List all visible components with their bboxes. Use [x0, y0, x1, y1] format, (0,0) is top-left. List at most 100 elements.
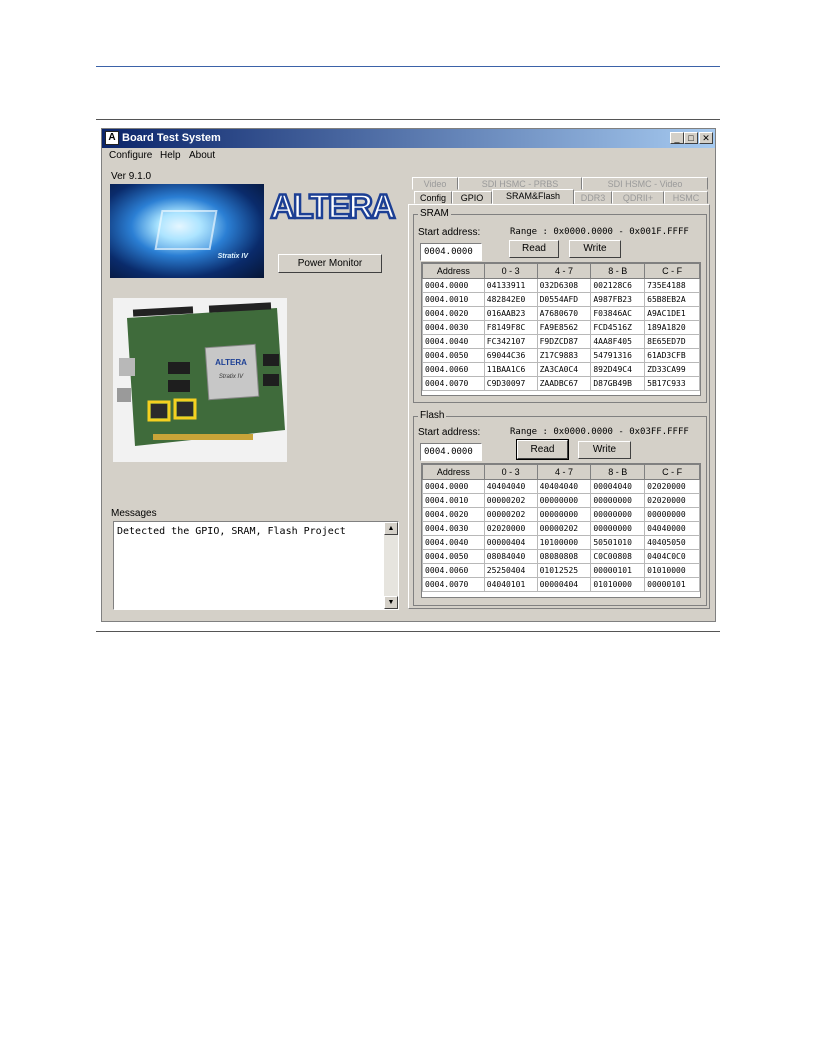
flash-col-address[interactable]: Address — [422, 464, 485, 480]
table-row[interactable]: 0004.0070 04040101 00000404 01010000 0000010… — [422, 577, 700, 592]
table-cell: 0004.0050 — [422, 549, 485, 564]
table-cell: 00000101 — [590, 563, 646, 578]
power-monitor-button[interactable]: Power Monitor — [278, 254, 382, 273]
table-cell: 00000404 — [536, 577, 592, 592]
sram-col-c-f[interactable]: C - F — [644, 263, 700, 279]
tab-gpio[interactable]: GPIO — [452, 191, 492, 204]
flash-start-address-input[interactable]: 0004.0000 — [420, 443, 482, 461]
header-rule — [96, 66, 720, 67]
table-cell: 5B17C933 — [644, 376, 700, 391]
sram-col-address[interactable]: Address — [422, 263, 485, 279]
table-cell: 892D49C4 — [590, 362, 646, 377]
table-cell: 735E4188 — [644, 278, 700, 293]
table-cell: 0004.0040 — [422, 535, 485, 550]
sram-col-4-7[interactable]: 4 - 7 — [536, 263, 592, 279]
tab-sram-flash[interactable]: SRAM&Flash — [492, 189, 574, 204]
table-cell: F8149F8C — [483, 320, 538, 335]
sram-col-8-b[interactable]: 8 - B — [590, 263, 646, 279]
table-cell: 04040101 — [483, 577, 538, 592]
flash-read-button[interactable]: Read — [516, 439, 569, 460]
tab-sdi-hsmc-video[interactable]: SDI HSMC - Video — [582, 177, 708, 190]
table-cell: 002128C6 — [590, 278, 646, 293]
sram-read-button[interactable]: Read — [509, 240, 559, 258]
tab-config[interactable]: Config — [414, 191, 452, 204]
flash-col-8-b[interactable]: 8 - B — [590, 464, 646, 480]
table-cell: 016AAB23 — [483, 306, 538, 321]
table-cell: ZD33CA99 — [644, 362, 700, 377]
table-row[interactable]: 0004.0030 F8149F8C FA9E8562 FCD4516Z 189A182… — [422, 320, 700, 335]
tab-qdrii[interactable]: QDRII+ — [612, 191, 664, 204]
tab-ddr3[interactable]: DDR3 — [574, 191, 612, 204]
scroll-up-icon[interactable]: ▲ — [384, 522, 398, 535]
table-cell: D0554AFD — [536, 292, 592, 307]
table-row[interactable]: 0004.0060 25250404 01012525 00000101 0101000… — [422, 563, 700, 578]
table-row[interactable]: 0004.0010 482842E0 D0554AFD A987FB23 65B8EB2… — [422, 292, 700, 307]
close-button[interactable]: ✕ — [699, 132, 713, 144]
table-cell: 00000000 — [590, 521, 646, 536]
table-row[interactable]: 0004.0020 00000202 00000000 00000000 0000000… — [422, 507, 700, 522]
table-row[interactable]: 0004.0030 02020000 00000202 00000000 0404000… — [422, 521, 700, 536]
maximize-button[interactable]: □ — [684, 132, 698, 144]
figure-top-rule — [96, 119, 720, 120]
table-cell: 04040000 — [644, 521, 700, 536]
table-cell: 0404C0C0 — [644, 549, 700, 564]
table-cell: FA9E8562 — [536, 320, 592, 335]
flash-write-button[interactable]: Write — [578, 441, 631, 459]
flash-col-c-f[interactable]: C - F — [644, 464, 700, 480]
sram-group-label: SRAM — [418, 208, 451, 219]
table-row[interactable]: 0004.0060 11BAA1C6 ZA3CA0C4 892D49C4 ZD33CA9… — [422, 362, 700, 377]
table-row[interactable]: 0004.0040 00000404 10100000 50501010 4040505… — [422, 535, 700, 550]
table-cell: 10100000 — [536, 535, 592, 550]
table-cell: A987FB23 — [590, 292, 646, 307]
flash-group: Flash Start address: Range : 0x0000.0000… — [413, 410, 707, 606]
table-cell: 02020000 — [644, 479, 700, 494]
table-cell: 482842E0 — [483, 292, 538, 307]
table-row[interactable]: 0004.0050 69044C36 Z17C9883 54791316 61AD3CF… — [422, 348, 700, 363]
scroll-down-icon[interactable]: ▼ — [384, 596, 398, 609]
table-cell: A9AC1DE1 — [644, 306, 700, 321]
tab-video[interactable]: Video — [412, 177, 458, 190]
table-cell: 65B8EB2A — [644, 292, 700, 307]
minimize-button[interactable]: _ — [670, 132, 684, 144]
table-cell: 0004.0020 — [422, 507, 485, 522]
table-row[interactable]: 0004.0070 C9D30097 ZAADBC67 D87GB49B 5B17C93… — [422, 376, 700, 391]
table-cell: 25250404 — [483, 563, 538, 578]
table-cell: 4AA8F405 — [590, 334, 646, 349]
table-cell: 00000101 — [644, 577, 700, 592]
table-cell: 0004.0010 — [422, 292, 485, 307]
table-cell: 00000000 — [590, 507, 646, 522]
menu-about[interactable]: About — [189, 150, 215, 161]
flash-start-label: Start address: — [418, 427, 481, 438]
table-cell: D87GB49B — [590, 376, 646, 391]
sram-col-0-3[interactable]: 0 - 3 — [483, 263, 538, 279]
sram-start-label: Start address: — [418, 227, 481, 238]
table-row[interactable]: 0004.0000 40404040 40404040 00004040 0202000… — [422, 479, 700, 494]
table-cell: 00000404 — [483, 535, 538, 550]
table-row[interactable]: 0004.0020 016AAB23 A7680670 F03846AC A9AC1DE… — [422, 306, 700, 321]
menu-help[interactable]: Help — [160, 150, 181, 161]
table-cell: 40405050 — [644, 535, 700, 550]
table-row[interactable]: 0004.0040 FC342107 F9DZCD87 4AA8F405 8E65ED7… — [422, 334, 700, 349]
title-bar[interactable]: A Board Test System _ □ ✕ — [102, 129, 715, 148]
altera-logo: ALTERA — [269, 189, 398, 223]
tab-hsmc[interactable]: HSMC — [664, 191, 708, 204]
table-row[interactable]: 0004.0010 00000202 00000000 00000000 0202000… — [422, 493, 700, 508]
table-row[interactable]: 0004.0050 08084040 08080808 C0C00808 0404C0C… — [422, 549, 700, 564]
table-cell: C9D30097 — [483, 376, 538, 391]
chip-image-label: Stratix IV — [217, 253, 248, 260]
table-row[interactable]: 0004.0000 04133911 032D6308 002128C6 735E418… — [422, 278, 700, 293]
messages-box[interactable]: Detected the GPIO, SRAM, Flash Project ▲… — [113, 521, 399, 610]
flash-col-0-3[interactable]: 0 - 3 — [483, 464, 538, 480]
messages-text: Detected the GPIO, SRAM, Flash Project — [117, 526, 346, 537]
sram-start-address-input[interactable]: 0004.0000 — [420, 243, 482, 261]
flash-col-4-7[interactable]: 4 - 7 — [536, 464, 592, 480]
app-icon: A — [105, 131, 119, 145]
messages-scrollbar[interactable]: ▲ ▼ — [384, 522, 398, 609]
window-title: Board Test System — [122, 132, 221, 144]
table-cell: 08084040 — [483, 549, 538, 564]
table-cell: 0004.0040 — [422, 334, 485, 349]
table-cell: 8E65ED7D — [644, 334, 700, 349]
table-cell: 69044C36 — [483, 348, 538, 363]
sram-write-button[interactable]: Write — [569, 240, 621, 258]
menu-configure[interactable]: Configure — [109, 150, 152, 161]
